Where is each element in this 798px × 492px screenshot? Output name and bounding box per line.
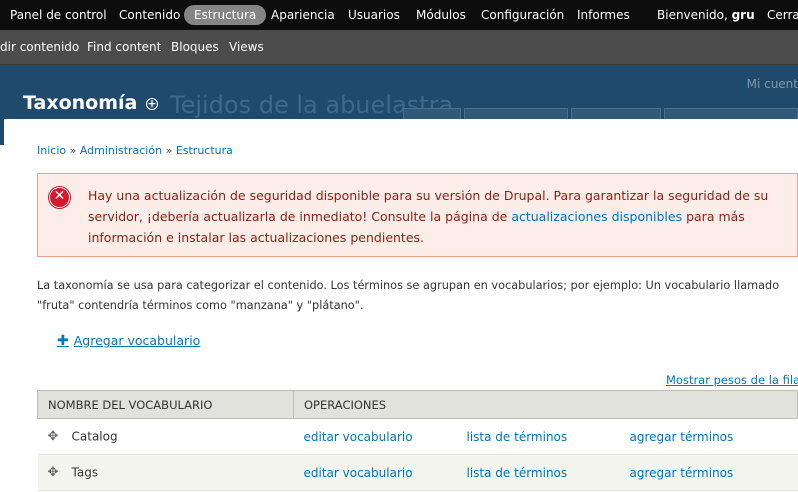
table-row: ✥ Catalog editar vocabulario lista de tér… [37,418,798,455]
shortcut-views[interactable]: Views [229,30,264,64]
edit-vocabulary-link[interactable]: editar vocabulario [304,430,413,444]
drag-handle-icon[interactable]: ✥ [48,465,64,480]
overlay-content-panel: Inicio » Administración » Estructura ✕ H… [4,119,798,492]
add-terms-link[interactable]: agregar términos [630,430,734,444]
shortcut-find-content[interactable]: Find content [87,30,161,64]
username[interactable]: gru [732,8,755,22]
column-header-name: NOMBRE DEL VOCABULARIO [37,390,294,419]
toolbar-item-people[interactable]: Usuarios [348,0,400,30]
vocabulary-table: NOMBRE DEL VOCABULARIO OPERACIONES ✥ Cata… [37,390,798,491]
breadcrumb-admin[interactable]: Administración [80,144,162,157]
error-message: ✕ Hay una actualización de seguridad dis… [37,173,798,257]
toolbar-item-modules[interactable]: Módulos [416,0,466,30]
background-account-link: Mi cuent [746,77,798,91]
toolbar-item-configuration[interactable]: Configuración [481,0,564,30]
taxonomy-description: La taxonomía se usa para categorizar el … [37,279,780,312]
vocabulary-name-cell: ✥ Tags [37,454,294,491]
add-shortcut-icon[interactable]: + [146,98,158,110]
table-header-row: NOMBRE DEL VOCABULARIO OPERACIONES [37,390,798,419]
toolbar-item-appearance[interactable]: Apariencia [271,0,335,30]
breadcrumb: Inicio » Administración » Estructura [37,144,233,157]
vocabulary-name: Tags [71,465,99,480]
list-terms-link[interactable]: lista de términos [467,466,568,480]
toolbar-item-reports[interactable]: Informes [577,0,630,30]
show-row-weights-link[interactable]: Mostrar pesos de la fila [666,373,798,387]
error-icon: ✕ [49,187,70,208]
toolbar-item-dashboard[interactable]: Panel de control [10,0,107,30]
shortcuts-bar: dir contenido Find content Bloques Views [0,30,798,65]
plus-icon: ✚ [57,333,69,349]
breadcrumb-separator: » [69,144,77,157]
breadcrumb-home[interactable]: Inicio [37,144,66,157]
add-terms-link[interactable]: agregar términos [630,466,734,480]
list-terms-link[interactable]: lista de términos [467,430,568,444]
edit-vocabulary-link[interactable]: editar vocabulario [304,466,413,480]
admin-toolbar: Panel de control Contenido Estructura Ap… [0,0,798,30]
vocabulary-name: Catalog [71,429,118,444]
logout-link[interactable]: Cerra [767,0,798,30]
breadcrumb-structure[interactable]: Estructura [176,144,233,157]
shortcut-add-content[interactable]: dir contenido [0,30,79,64]
error-message-text: Hay una actualización de seguridad dispo… [88,188,769,245]
shortcut-blocks[interactable]: Bloques [171,30,219,64]
toolbar-item-structure[interactable]: Estructura [184,5,267,25]
breadcrumb-separator: » [165,144,173,157]
toolbar-item-content[interactable]: Contenido [119,0,180,30]
vocabulary-name-cell: ✥ Catalog [37,418,294,455]
drag-handle-icon[interactable]: ✥ [48,429,64,444]
welcome-message: Bienvenido, gru [657,8,755,22]
page-title: Taxonomía [23,92,138,114]
add-vocabulary-link[interactable]: ✚ Agregar vocabulario [57,333,200,349]
column-header-operations: OPERACIONES [293,390,798,419]
available-updates-link[interactable]: actualizaciones disponibles [511,209,682,224]
table-row: ✥ Tags editar vocabulario lista de términ… [37,454,798,491]
